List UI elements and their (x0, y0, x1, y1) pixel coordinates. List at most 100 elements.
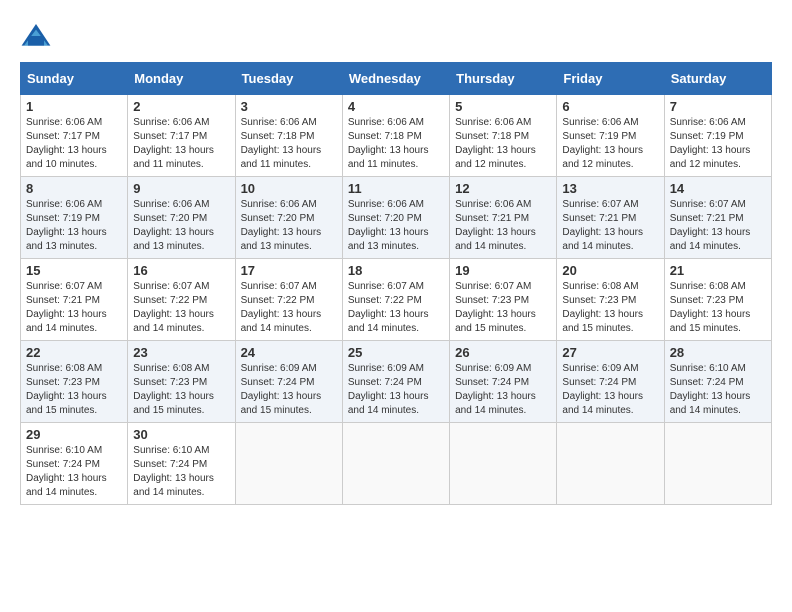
day-number: 6 (562, 99, 658, 114)
calendar-cell: 25Sunrise: 6:09 AMSunset: 7:24 PMDayligh… (342, 341, 449, 423)
day-header-sunday: Sunday (21, 63, 128, 95)
calendar-cell: 4 Sunrise: 6:06 AMSunset: 7:18 PMDaylight… (342, 95, 449, 177)
day-info: Sunrise: 6:10 AMSunset: 7:24 PMDaylight:… (133, 444, 229, 500)
calendar-cell: 18 Sunrise: 6:07 AMSunset: 7:22 PMDayligh… (342, 259, 449, 341)
day-header-monday: Monday (128, 63, 235, 95)
day-header-wednesday: Wednesday (342, 63, 449, 95)
calendar-cell: 12 Sunrise: 6:06 AMSunset: 7:21 PMDayligh… (450, 177, 557, 259)
day-number: 8 (26, 181, 122, 196)
calendar-cell: 14 Sunrise: 6:07 AMSunset: 7:21 PMDayligh… (664, 177, 771, 259)
day-info: Sunrise: 6:10 AMSunset: 7:24 PMDaylight:… (670, 362, 766, 418)
calendar-cell: 27Sunrise: 6:09 AMSunset: 7:24 PMDayligh… (557, 341, 664, 423)
calendar-cell: 7 Sunrise: 6:06 AMSunset: 7:19 PMDaylight… (664, 95, 771, 177)
day-info: Sunrise: 6:09 AMSunset: 7:24 PMDaylight:… (348, 362, 444, 418)
day-info: Sunrise: 6:06 AMSunset: 7:21 PMDaylight:… (455, 198, 551, 254)
day-number: 16 (133, 263, 229, 278)
calendar-cell (557, 423, 664, 505)
day-info: Sunrise: 6:06 AMSunset: 7:19 PMDaylight:… (562, 116, 658, 172)
day-number: 20 (562, 263, 658, 278)
day-header-saturday: Saturday (664, 63, 771, 95)
calendar-cell: 30Sunrise: 6:10 AMSunset: 7:24 PMDayligh… (128, 423, 235, 505)
day-info: Sunrise: 6:06 AMSunset: 7:18 PMDaylight:… (455, 116, 551, 172)
day-info: Sunrise: 6:06 AMSunset: 7:18 PMDaylight:… (241, 116, 337, 172)
day-number: 24 (241, 345, 337, 360)
calendar-cell (664, 423, 771, 505)
calendar-cell: 10 Sunrise: 6:06 AMSunset: 7:20 PMDayligh… (235, 177, 342, 259)
calendar-header-row: SundayMondayTuesdayWednesdayThursdayFrid… (21, 63, 772, 95)
day-info: Sunrise: 6:07 AMSunset: 7:22 PMDaylight:… (348, 280, 444, 336)
day-info: Sunrise: 6:09 AMSunset: 7:24 PMDaylight:… (241, 362, 337, 418)
day-info: Sunrise: 6:06 AMSunset: 7:20 PMDaylight:… (241, 198, 337, 254)
page-header (20, 20, 772, 52)
day-info: Sunrise: 6:09 AMSunset: 7:24 PMDaylight:… (455, 362, 551, 418)
calendar-cell: 11 Sunrise: 6:06 AMSunset: 7:20 PMDayligh… (342, 177, 449, 259)
day-number: 2 (133, 99, 229, 114)
day-info: Sunrise: 6:06 AMSunset: 7:19 PMDaylight:… (670, 116, 766, 172)
calendar-cell: 23 Sunrise: 6:08 AMSunset: 7:23 PMDayligh… (128, 341, 235, 423)
calendar-cell: 8 Sunrise: 6:06 AMSunset: 7:19 PMDaylight… (21, 177, 128, 259)
day-header-tuesday: Tuesday (235, 63, 342, 95)
day-number: 13 (562, 181, 658, 196)
day-info: Sunrise: 6:10 AMSunset: 7:24 PMDaylight:… (26, 444, 122, 500)
day-number: 14 (670, 181, 766, 196)
calendar-cell: 5 Sunrise: 6:06 AMSunset: 7:18 PMDaylight… (450, 95, 557, 177)
day-info: Sunrise: 6:08 AMSunset: 7:23 PMDaylight:… (670, 280, 766, 336)
day-number: 3 (241, 99, 337, 114)
day-number: 9 (133, 181, 229, 196)
day-number: 23 (133, 345, 229, 360)
calendar-cell: 6 Sunrise: 6:06 AMSunset: 7:19 PMDaylight… (557, 95, 664, 177)
calendar-cell: 21Sunrise: 6:08 AMSunset: 7:23 PMDayligh… (664, 259, 771, 341)
calendar-cell: 9 Sunrise: 6:06 AMSunset: 7:20 PMDaylight… (128, 177, 235, 259)
calendar-cell: 24 Sunrise: 6:09 AMSunset: 7:24 PMDayligh… (235, 341, 342, 423)
calendar-cell: 17Sunrise: 6:07 AMSunset: 7:22 PMDayligh… (235, 259, 342, 341)
day-number: 10 (241, 181, 337, 196)
calendar-cell: 16 Sunrise: 6:07 AMSunset: 7:22 PMDayligh… (128, 259, 235, 341)
calendar-cell: 19Sunrise: 6:07 AMSunset: 7:23 PMDayligh… (450, 259, 557, 341)
day-info: Sunrise: 6:08 AMSunset: 7:23 PMDaylight:… (133, 362, 229, 418)
calendar-week-2: 8 Sunrise: 6:06 AMSunset: 7:19 PMDaylight… (21, 177, 772, 259)
day-info: Sunrise: 6:07 AMSunset: 7:21 PMDaylight:… (670, 198, 766, 254)
day-info: Sunrise: 6:08 AMSunset: 7:23 PMDaylight:… (562, 280, 658, 336)
calendar-cell (450, 423, 557, 505)
calendar-cell: 15Sunrise: 6:07 AMSunset: 7:21 PMDayligh… (21, 259, 128, 341)
calendar-cell: 20 Sunrise: 6:08 AMSunset: 7:23 PMDayligh… (557, 259, 664, 341)
day-number: 7 (670, 99, 766, 114)
day-info: Sunrise: 6:07 AMSunset: 7:22 PMDaylight:… (133, 280, 229, 336)
day-info: Sunrise: 6:06 AMSunset: 7:18 PMDaylight:… (348, 116, 444, 172)
calendar-week-4: 22Sunrise: 6:08 AMSunset: 7:23 PMDayligh… (21, 341, 772, 423)
day-info: Sunrise: 6:06 AMSunset: 7:20 PMDaylight:… (348, 198, 444, 254)
day-number: 11 (348, 181, 444, 196)
day-info: Sunrise: 6:06 AMSunset: 7:19 PMDaylight:… (26, 198, 122, 254)
logo (20, 20, 56, 52)
calendar-cell: 29Sunrise: 6:10 AMSunset: 7:24 PMDayligh… (21, 423, 128, 505)
day-number: 1 (26, 99, 122, 114)
calendar-cell: 3 Sunrise: 6:06 AMSunset: 7:18 PMDaylight… (235, 95, 342, 177)
calendar-cell: 1Sunrise: 6:06 AMSunset: 7:17 PMDaylight… (21, 95, 128, 177)
calendar-week-5: 29Sunrise: 6:10 AMSunset: 7:24 PMDayligh… (21, 423, 772, 505)
day-number: 12 (455, 181, 551, 196)
day-info: Sunrise: 6:06 AMSunset: 7:20 PMDaylight:… (133, 198, 229, 254)
day-number: 18 (348, 263, 444, 278)
day-number: 28 (670, 345, 766, 360)
day-number: 4 (348, 99, 444, 114)
day-number: 27 (562, 345, 658, 360)
day-number: 26 (455, 345, 551, 360)
calendar-cell: 28 Sunrise: 6:10 AMSunset: 7:24 PMDayligh… (664, 341, 771, 423)
calendar-cell (235, 423, 342, 505)
day-header-thursday: Thursday (450, 63, 557, 95)
day-info: Sunrise: 6:08 AMSunset: 7:23 PMDaylight:… (26, 362, 122, 418)
day-number: 19 (455, 263, 551, 278)
calendar-week-3: 15Sunrise: 6:07 AMSunset: 7:21 PMDayligh… (21, 259, 772, 341)
calendar: SundayMondayTuesdayWednesdayThursdayFrid… (20, 62, 772, 505)
calendar-week-1: 1 Sunrise: 6:06 AMSunset: 7:17 PMDaylight… (21, 95, 772, 177)
day-number: 15 (26, 263, 122, 278)
calendar-cell: 13 Sunrise: 6:07 AMSunset: 7:21 PMDayligh… (557, 177, 664, 259)
day-number: 5 (455, 99, 551, 114)
day-info: Sunrise: 6:07 AMSunset: 7:21 PMDaylight:… (562, 198, 658, 254)
day-info: Sunrise: 6:07 AMSunset: 7:22 PMDaylight:… (241, 280, 337, 336)
calendar-cell: 22Sunrise: 6:08 AMSunset: 7:23 PMDayligh… (21, 341, 128, 423)
logo-icon (20, 20, 52, 52)
calendar-cell: 26 Sunrise: 6:09 AMSunset: 7:24 PMDayligh… (450, 341, 557, 423)
day-info: Sunrise: 6:06 AMSunset: 7:17 PMDaylight:… (133, 116, 229, 172)
day-header-friday: Friday (557, 63, 664, 95)
